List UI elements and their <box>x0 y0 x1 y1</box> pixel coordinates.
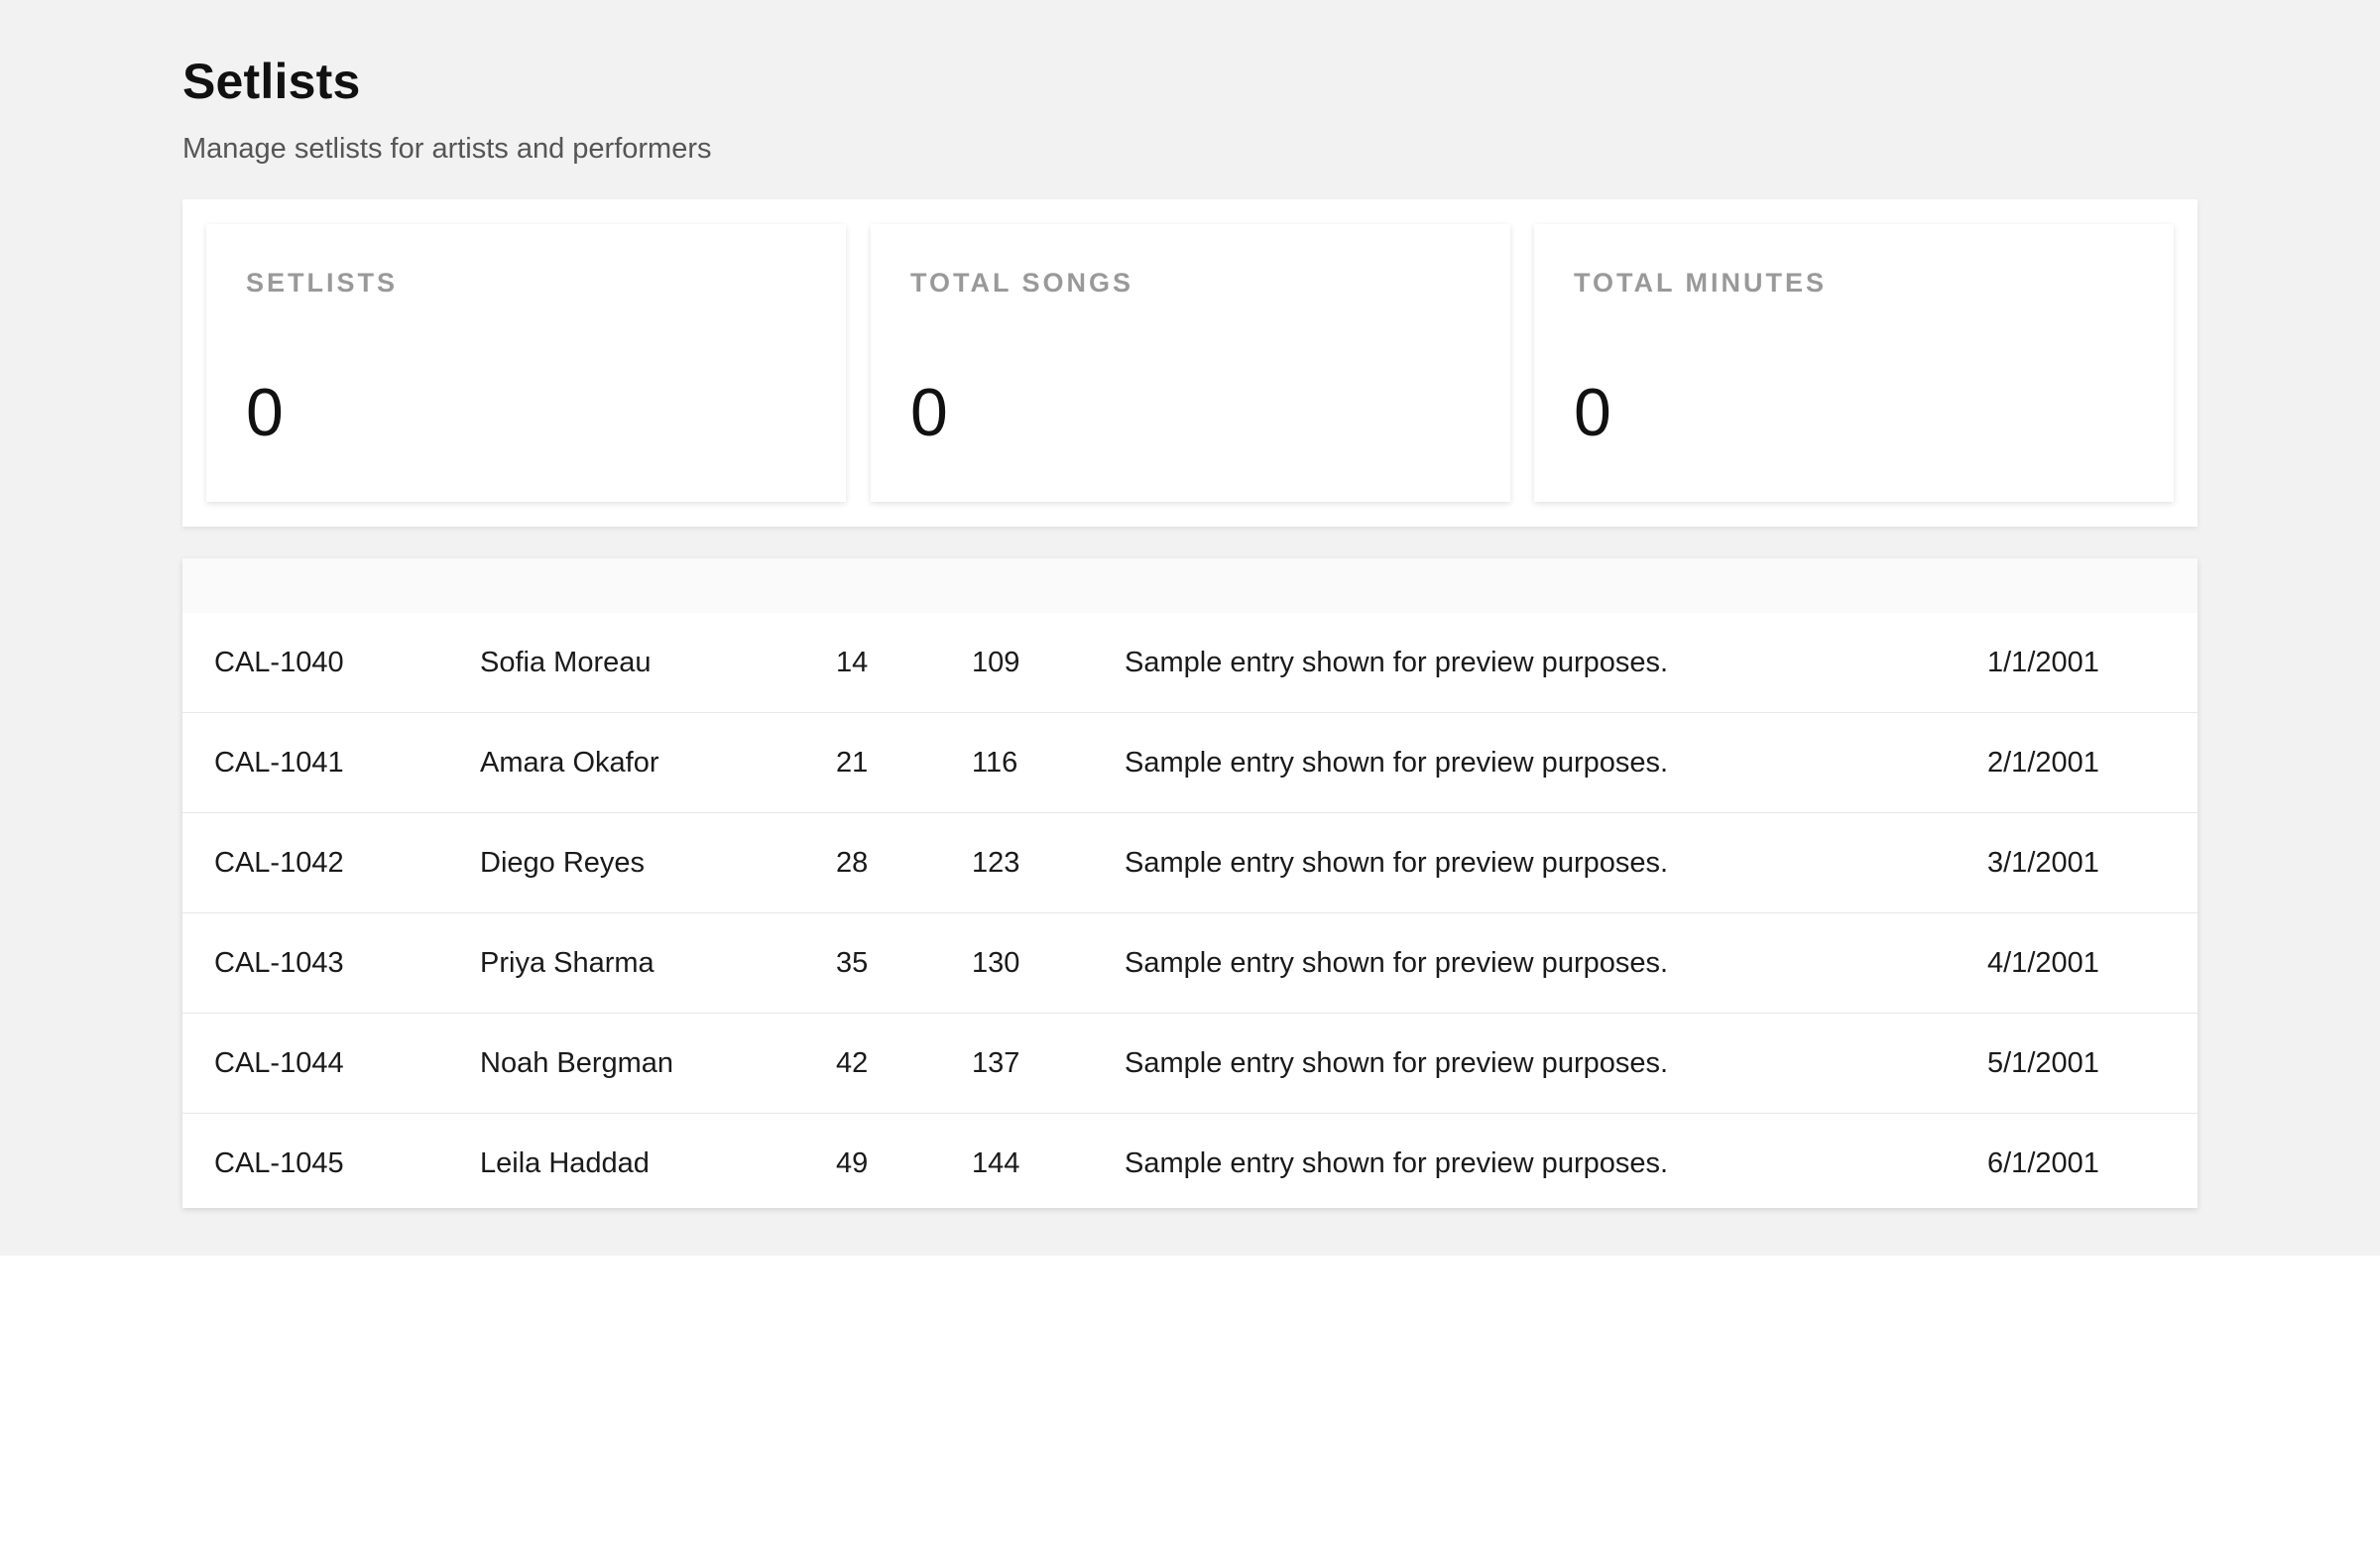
stat-label: SETLISTS <box>246 268 399 298</box>
cell-date: 2/1/2001 <box>1987 747 2099 779</box>
cell-artist: Amara Okafor <box>480 747 659 779</box>
stats-panel: SETLISTS 0 TOTAL SONGS 0 TOTAL MINUTES 0 <box>182 199 2198 527</box>
cell-notes: Sample entry shown for preview purposes. <box>1125 1147 1669 1179</box>
stat-value: 0 <box>246 375 284 450</box>
cell-artist: Diego Reyes <box>480 847 646 879</box>
cell-notes: Sample entry shown for preview purposes. <box>1125 847 1669 879</box>
cell-id: CAL-1045 <box>214 1147 344 1179</box>
page-title: Setlists <box>182 54 361 109</box>
cell-id: CAL-1043 <box>214 947 344 979</box>
cell-date: 3/1/2001 <box>1987 847 2099 879</box>
cell-minutes: 109 <box>972 647 1020 678</box>
cell-minutes: 116 <box>972 747 1018 779</box>
table-row[interactable]: CAL-1040 Sofia Moreau 14 109 Sample entr… <box>182 613 2198 712</box>
cell-songs: 21 <box>836 747 869 779</box>
table-row[interactable]: CAL-1045 Leila Haddad 49 144 Sample entr… <box>182 1113 2198 1208</box>
cell-artist: Noah Bergman <box>480 1047 674 1079</box>
cell-notes: Sample entry shown for preview purposes. <box>1125 947 1669 979</box>
cell-date: 5/1/2001 <box>1987 1047 2099 1079</box>
page-subtitle: Manage setlists for artists and performe… <box>182 133 712 165</box>
cell-songs: 28 <box>836 847 869 879</box>
cell-minutes: 123 <box>972 847 1020 879</box>
setlists-table: CAL-1040 Sofia Moreau 14 109 Sample entr… <box>182 558 2198 1208</box>
cell-songs: 35 <box>836 947 869 979</box>
stat-label: TOTAL SONGS <box>910 268 1134 298</box>
cell-notes: Sample entry shown for preview purposes. <box>1125 747 1669 779</box>
cell-minutes: 137 <box>972 1047 1020 1079</box>
stat-card-total-minutes: TOTAL MINUTES 0 <box>1534 224 2174 502</box>
cell-songs: 14 <box>836 647 869 678</box>
cell-id: CAL-1041 <box>214 747 344 779</box>
cell-artist: Priya Sharma <box>480 947 654 979</box>
table-row[interactable]: CAL-1041 Amara Okafor 21 116 Sample entr… <box>182 712 2198 812</box>
table-row[interactable]: CAL-1042 Diego Reyes 28 123 Sample entry… <box>182 812 2198 912</box>
cell-date: 4/1/2001 <box>1987 947 2099 979</box>
table-header <box>182 558 2198 613</box>
cell-id: CAL-1042 <box>214 847 344 879</box>
stat-value: 0 <box>910 375 948 450</box>
cell-minutes: 130 <box>972 947 1020 979</box>
cell-artist: Sofia Moreau <box>480 647 652 678</box>
cell-id: CAL-1044 <box>214 1047 344 1079</box>
stat-label: TOTAL MINUTES <box>1574 268 1827 298</box>
cell-songs: 42 <box>836 1047 869 1079</box>
cell-artist: Leila Haddad <box>480 1147 650 1179</box>
stat-card-setlists: SETLISTS 0 <box>206 224 846 502</box>
table-row[interactable]: CAL-1043 Priya Sharma 35 130 Sample entr… <box>182 912 2198 1013</box>
cell-minutes: 144 <box>972 1147 1020 1179</box>
cell-date: 6/1/2001 <box>1987 1147 2099 1179</box>
table-row[interactable]: CAL-1044 Noah Bergman 42 137 Sample entr… <box>182 1013 2198 1113</box>
cell-songs: 49 <box>836 1147 869 1179</box>
stat-value: 0 <box>1574 375 1611 450</box>
cell-notes: Sample entry shown for preview purposes. <box>1125 1047 1669 1079</box>
cell-id: CAL-1040 <box>214 647 344 678</box>
table-body: CAL-1040 Sofia Moreau 14 109 Sample entr… <box>182 613 2198 1208</box>
cell-date: 1/1/2001 <box>1987 647 2099 678</box>
cell-notes: Sample entry shown for preview purposes. <box>1125 647 1669 678</box>
stat-card-total-songs: TOTAL SONGS 0 <box>871 224 1510 502</box>
